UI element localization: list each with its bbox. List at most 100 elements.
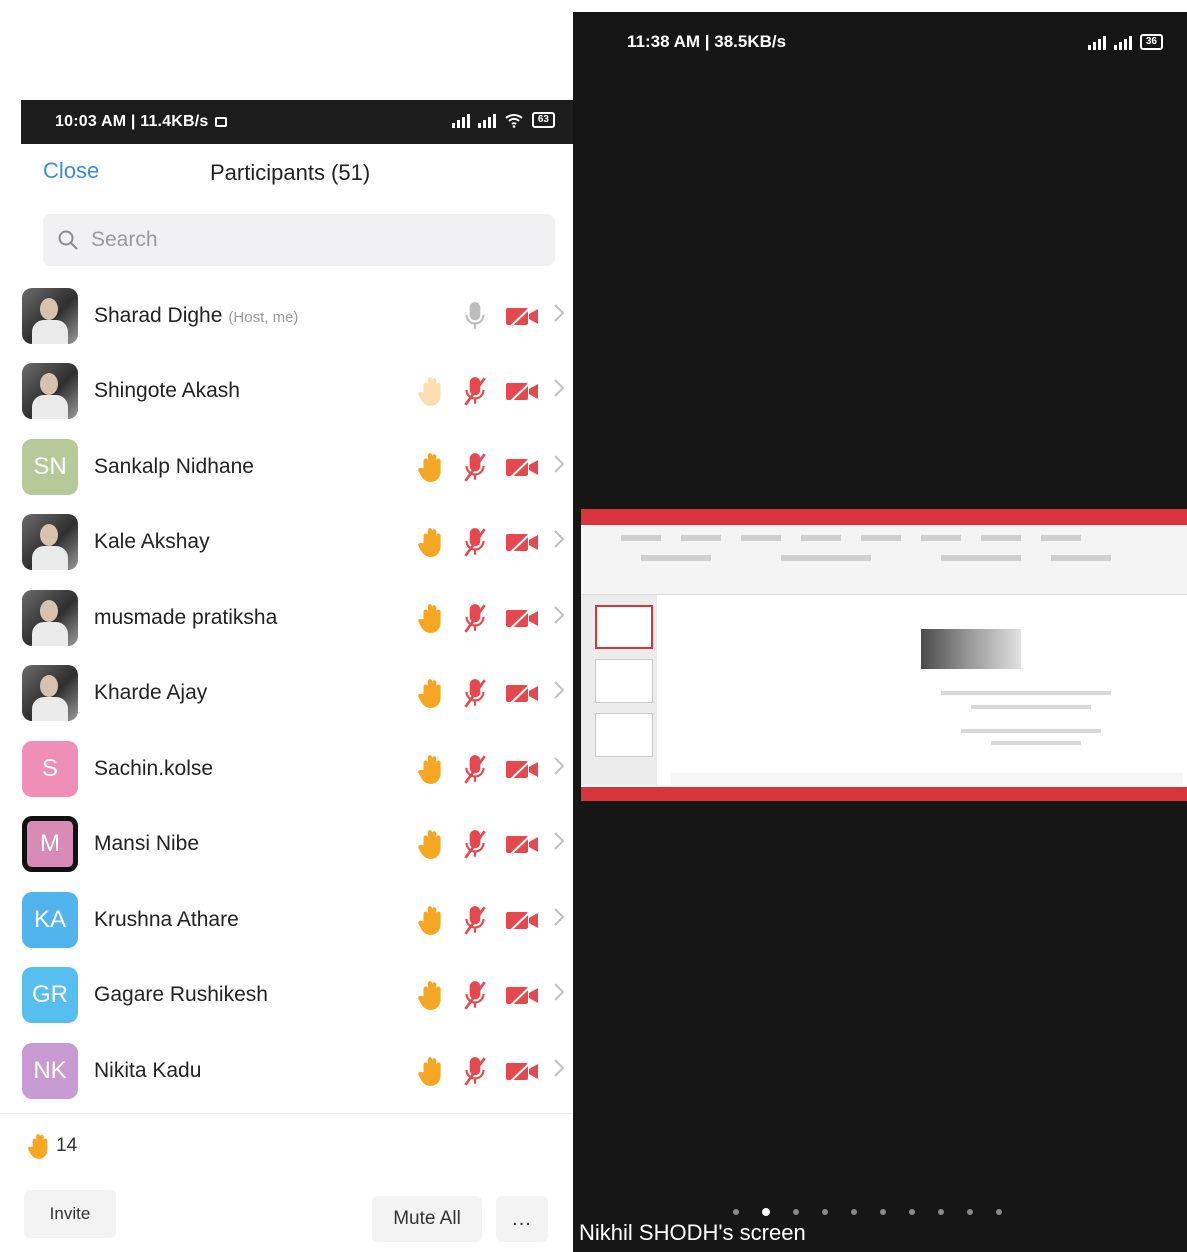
participant-name-text: Nikita Kadu xyxy=(94,1058,202,1082)
page-indicator[interactable] xyxy=(733,1208,1002,1216)
more-options-button[interactable]: ... xyxy=(496,1196,548,1242)
search-input[interactable] xyxy=(91,228,511,252)
chevron-right-icon[interactable] xyxy=(554,681,568,705)
participant-row[interactable]: GR Gagare Rushikesh xyxy=(14,958,574,1034)
participant-name: Sankalp Nidhane xyxy=(94,455,254,479)
raised-hand-icon xyxy=(416,376,446,407)
raised-hand-icon xyxy=(416,905,446,935)
chevron-right-icon[interactable] xyxy=(554,757,568,781)
divider xyxy=(0,1113,572,1114)
video-off-icon[interactable] xyxy=(504,905,540,935)
participant-row[interactable]: S Sachin.kolse xyxy=(14,731,574,807)
avatar: KA xyxy=(22,891,78,948)
chevron-right-icon[interactable] xyxy=(554,983,568,1007)
participant-row[interactable]: Kale Akshay xyxy=(14,505,574,581)
video-off-icon[interactable] xyxy=(504,829,540,859)
chevron-right-icon[interactable] xyxy=(554,908,568,932)
status-bar: 10:03 AM | 11.4KB/s 63 xyxy=(21,100,585,144)
page-dot[interactable] xyxy=(822,1209,828,1215)
video-off-icon[interactable] xyxy=(504,452,540,482)
chevron-right-icon[interactable] xyxy=(554,530,568,554)
status-text: 10:03 AM | 11.4KB/s xyxy=(55,113,209,130)
microphone-muted-icon[interactable] xyxy=(460,452,490,482)
ppt-status-bar xyxy=(581,787,1187,801)
microphone-muted-icon[interactable] xyxy=(460,754,490,784)
avatar xyxy=(22,665,78,722)
video-off-icon[interactable] xyxy=(504,527,540,557)
shared-screen-view: 11:38 AM | 38.5KB/s 36 Nikhil SHODH's sc… xyxy=(573,12,1187,1252)
microphone-muted-icon[interactable] xyxy=(460,527,490,557)
microphone-muted-icon[interactable] xyxy=(460,376,490,406)
participant-row[interactable]: SN Sankalp Nidhane xyxy=(14,429,574,505)
chevron-right-icon[interactable] xyxy=(554,379,568,403)
chevron-right-icon[interactable] xyxy=(554,832,568,856)
chevron-right-icon[interactable] xyxy=(554,606,568,630)
participant-controls xyxy=(416,731,568,807)
page-dot[interactable] xyxy=(880,1209,886,1215)
participant-controls xyxy=(416,656,568,732)
video-off-icon[interactable] xyxy=(504,980,540,1010)
signal-icon xyxy=(477,112,496,128)
slide-thumbnails xyxy=(581,595,657,785)
participant-list: Sharad Dighe (Host, me) Shingote Akash SN Sa… xyxy=(14,278,574,1109)
participant-controls xyxy=(416,958,568,1034)
page-dot[interactable] xyxy=(793,1209,799,1215)
slide-image xyxy=(921,629,1021,669)
chevron-right-icon[interactable] xyxy=(554,1059,568,1083)
participant-row[interactable]: M Mansi Nibe xyxy=(14,807,574,883)
raised-hand-icon xyxy=(416,980,446,1011)
video-off-icon[interactable] xyxy=(504,1056,540,1086)
participant-name-text: musmade pratiksha xyxy=(94,605,278,629)
participant-row[interactable]: KA Krushna Athare xyxy=(14,882,574,958)
search-bar[interactable] xyxy=(43,214,555,266)
participant-row[interactable]: Shingote Akash xyxy=(14,354,574,430)
battery-icon: 63 xyxy=(531,112,555,128)
raised-hands-number: 14 xyxy=(56,1135,78,1156)
participant-controls xyxy=(416,1033,568,1109)
close-button[interactable]: Close xyxy=(43,158,99,184)
shared-presentation[interactable] xyxy=(581,509,1187,801)
participant-controls xyxy=(416,505,568,581)
video-status-icon xyxy=(214,117,227,127)
slide-thumbnail xyxy=(595,713,653,757)
video-off-icon[interactable] xyxy=(504,376,540,406)
participant-row[interactable]: Sharad Dighe (Host, me) xyxy=(14,278,574,354)
signal-icon xyxy=(1113,34,1132,50)
video-off-icon[interactable] xyxy=(504,678,540,708)
signal-icon xyxy=(1087,34,1106,50)
page-dot[interactable] xyxy=(762,1208,770,1216)
video-off-icon[interactable] xyxy=(504,301,540,331)
raised-hand-icon xyxy=(28,1134,48,1159)
microphone-muted-icon[interactable] xyxy=(460,905,490,935)
participant-row[interactable]: NK Nikita Kadu xyxy=(14,1033,574,1109)
participant-row[interactable]: musmade pratiksha xyxy=(14,580,574,656)
participant-name-text: Sachin.kolse xyxy=(94,756,214,780)
page-dot[interactable] xyxy=(967,1209,973,1215)
microphone-muted-icon[interactable] xyxy=(460,678,490,708)
page-dot[interactable] xyxy=(996,1209,1002,1215)
participant-controls xyxy=(416,429,568,505)
raised-hands-count: 14 xyxy=(28,1132,77,1160)
page-dot[interactable] xyxy=(909,1209,915,1215)
participants-screen: 10:03 AM | 11.4KB/s 63 Close Participant… xyxy=(0,0,585,1252)
page-dot[interactable] xyxy=(938,1209,944,1215)
page-dot[interactable] xyxy=(851,1209,857,1215)
microphone-muted-icon[interactable] xyxy=(460,980,490,1010)
microphone-muted-icon[interactable] xyxy=(460,829,490,859)
participant-name-text: Sankalp Nidhane xyxy=(94,454,254,478)
mute-all-button[interactable]: Mute All xyxy=(372,1196,482,1242)
microphone-muted-icon[interactable] xyxy=(460,603,490,633)
microphone-muted-icon[interactable] xyxy=(460,1056,490,1086)
microphone-icon[interactable] xyxy=(460,301,490,331)
raised-hand-icon xyxy=(416,754,446,784)
participant-name: Sharad Dighe (Host, me) xyxy=(94,304,298,328)
chevron-right-icon[interactable] xyxy=(554,304,568,328)
participant-row[interactable]: Kharde Ajay xyxy=(14,656,574,732)
video-off-icon[interactable] xyxy=(504,754,540,784)
chevron-right-icon[interactable] xyxy=(554,455,568,479)
video-off-icon[interactable] xyxy=(504,603,540,633)
slide-thumbnail xyxy=(595,605,653,649)
page-dot[interactable] xyxy=(733,1209,739,1215)
participant-name-text: Sharad Dighe xyxy=(94,303,223,327)
invite-button[interactable]: Invite xyxy=(24,1190,116,1238)
